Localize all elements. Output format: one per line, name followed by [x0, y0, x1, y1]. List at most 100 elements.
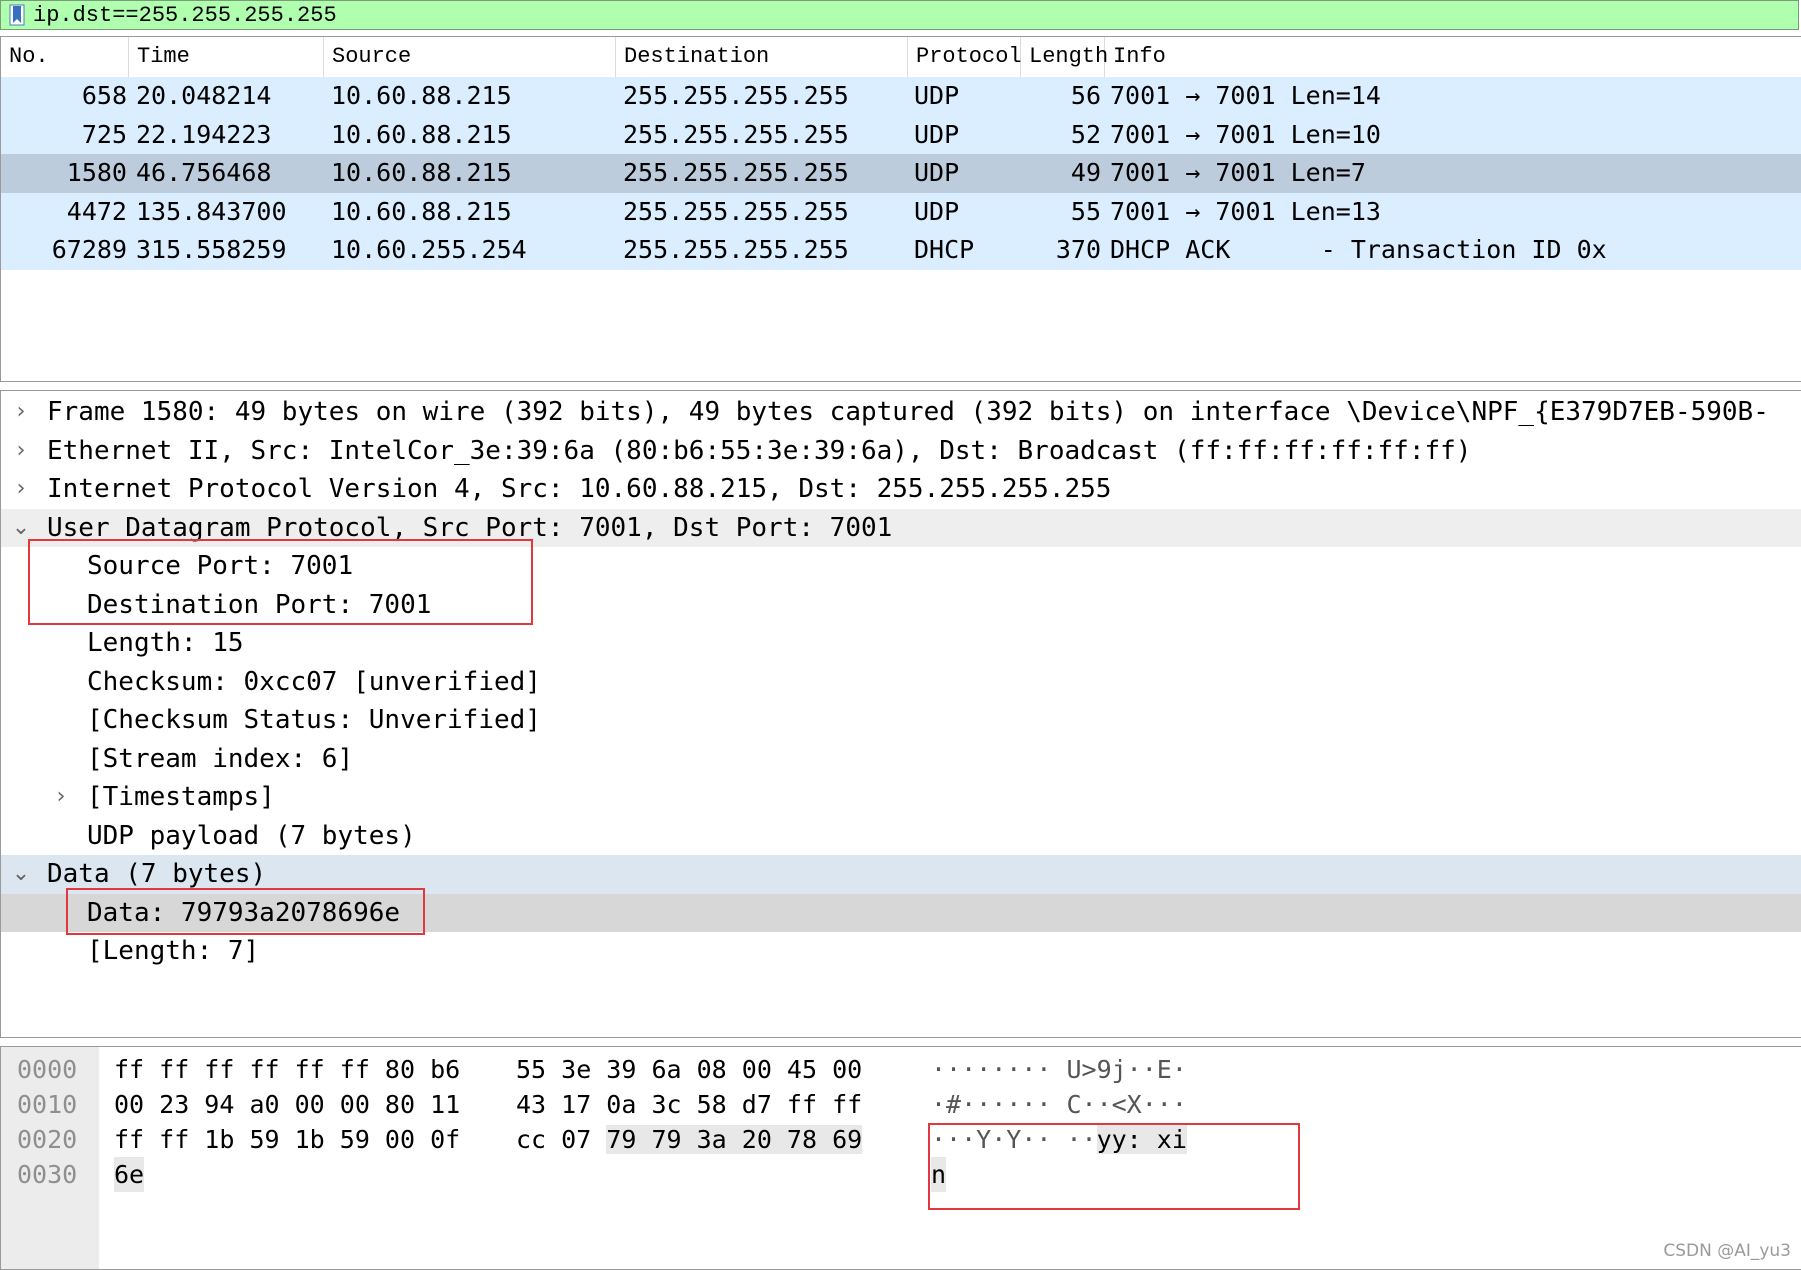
bytes-hex: 00 23 94 a0 00 00 80 11: [114, 1090, 461, 1119]
packet-time: 22.194223: [136, 119, 272, 149]
column-header-time[interactable]: Time: [129, 37, 324, 77]
annotation-box-ascii: [928, 1123, 1300, 1210]
watermark: CSDN @AI_yu3: [1663, 1241, 1791, 1261]
detail-udp-payload[interactable]: UDP payload (7 bytes): [1, 817, 1801, 856]
packet-list[interactable]: No. Time Source Destination Protocol Len…: [0, 36, 1801, 382]
packet-protocol: UDP: [914, 81, 960, 110]
packet-row-selected[interactable]: 1580 46.756468 10.60.88.215 255.255.255.…: [1, 154, 1801, 193]
detail-text: [Timestamps]: [87, 782, 275, 812]
packet-info: DHCP ACK - Transaction ID 0x: [1110, 235, 1607, 264]
packet-time: 46.756468: [136, 158, 272, 187]
bytes-offset: 0030: [17, 1160, 78, 1189]
packet-row[interactable]: 4472 135.843700 10.60.88.215 255.255.255…: [1, 192, 1801, 231]
packet-list-header: No. Time Source Destination Protocol Len…: [1, 37, 1801, 78]
packet-length: 49: [1070, 158, 1101, 187]
packet-source: 10.60.88.215: [331, 158, 512, 187]
packet-row[interactable]: 658 20.048214 10.60.88.215 255.255.255.2…: [1, 77, 1801, 116]
detail-text: UDP payload (7 bytes): [87, 820, 416, 851]
detail-ethernet[interactable]: › Ethernet II, Src: IntelCor_3e:39:6a (8…: [1, 432, 1801, 471]
packet-time: 315.558259: [136, 235, 287, 264]
packet-no: 725: [81, 119, 127, 149]
bytes-ascii: ·#······ C··<X···: [931, 1090, 1187, 1119]
packet-protocol: UDP: [914, 196, 960, 226]
bytes-offset: 0010: [17, 1090, 78, 1119]
column-header-length[interactable]: Length: [1021, 37, 1108, 77]
packet-info: 7001 → 7001 Len=7: [1110, 158, 1366, 187]
detail-udp-checksum[interactable]: Checksum: 0xcc07 [unverified]: [1, 663, 1801, 702]
column-header-no[interactable]: No.: [1, 37, 129, 77]
column-header-info[interactable]: Info: [1105, 37, 1801, 77]
expand-right-icon[interactable]: ›: [51, 778, 71, 816]
packet-protocol: DHCP: [914, 235, 975, 264]
bytes-hex-plain: cc 07: [516, 1125, 607, 1154]
bytes-hex: cc 07 79 79 3a 20 78 69: [516, 1122, 863, 1157]
detail-ipv4[interactable]: › Internet Protocol Version 4, Src: 10.6…: [1, 470, 1801, 509]
bytes-hex: 55 3e 39 6a 08 00 45 00: [516, 1055, 863, 1084]
packet-destination: 255.255.255.255: [623, 158, 849, 187]
bytes-row[interactable]: 0020 ff ff 1b 59 1b 59 00 0f cc 07 79 79…: [1, 1122, 1801, 1157]
column-header-source[interactable]: Source: [324, 37, 616, 77]
packet-destination: 255.255.255.255: [623, 119, 849, 149]
packet-details-pane[interactable]: › Frame 1580: 49 bytes on wire (392 bits…: [0, 390, 1801, 1038]
packet-bytes-pane[interactable]: 0000 ff ff ff ff ff ff 80 b6 55 3e 39 6a…: [0, 1046, 1801, 1270]
bytes-hex: 43 17 0a 3c 58 d7 ff ff: [516, 1090, 863, 1119]
packet-protocol: UDP: [914, 158, 960, 187]
bytes-offset: 0020: [17, 1125, 78, 1154]
bytes-hex: ff ff ff ff ff ff 80 b6: [114, 1055, 461, 1084]
bookmark-icon[interactable]: [9, 4, 25, 26]
detail-text: Internet Protocol Version 4, Src: 10.60.…: [47, 474, 1112, 504]
packet-source: 10.60.88.215: [331, 196, 512, 226]
bytes-hex: ff ff 1b 59 1b 59 00 0f: [114, 1125, 461, 1154]
detail-udp-checksum-status[interactable]: [Checksum Status: Unverified]: [1, 701, 1801, 740]
packet-source: 10.60.255.254: [331, 235, 527, 264]
detail-udp-timestamps[interactable]: › [Timestamps]: [1, 778, 1801, 817]
packet-info: 7001 → 7001 Len=13: [1110, 196, 1381, 226]
packet-length: 56: [1070, 81, 1101, 110]
expand-right-icon[interactable]: ›: [11, 432, 31, 470]
detail-text: Ethernet II, Src: IntelCor_3e:39:6a (80:…: [47, 435, 1472, 466]
annotation-box-data: [66, 888, 425, 935]
packet-row[interactable]: 725 22.194223 10.60.88.215 255.255.255.2…: [1, 115, 1801, 154]
packet-no: 67289: [51, 235, 127, 264]
display-filter-input[interactable]: ip.dst==255.255.255.255: [33, 3, 337, 28]
packet-source: 10.60.88.215: [331, 119, 512, 149]
packet-row[interactable]: 67289 315.558259 10.60.255.254 255.255.2…: [1, 231, 1801, 270]
detail-text: Checksum: 0xcc07 [unverified]: [87, 666, 541, 697]
detail-frame[interactable]: › Frame 1580: 49 bytes on wire (392 bits…: [1, 393, 1801, 432]
detail-text: [Checksum Status: Unverified]: [87, 705, 541, 735]
packet-info: 7001 → 7001 Len=10: [1110, 119, 1381, 149]
display-filter-bar[interactable]: ip.dst==255.255.255.255: [0, 0, 1799, 30]
packet-destination: 255.255.255.255: [623, 235, 849, 264]
detail-text: [Length: 7]: [87, 936, 260, 966]
column-header-protocol[interactable]: Protocol: [908, 37, 1022, 77]
packet-length: 370: [1055, 235, 1101, 264]
expand-right-icon[interactable]: ›: [11, 393, 31, 431]
packet-no: 658: [81, 81, 127, 110]
detail-text: Length: 15: [87, 628, 244, 658]
packet-source: 10.60.88.215: [331, 81, 512, 110]
bytes-row[interactable]: 0000 ff ff ff ff ff ff 80 b6 55 3e 39 6a…: [1, 1052, 1801, 1087]
collapse-down-icon[interactable]: ⌄: [11, 855, 31, 893]
bytes-row[interactable]: 0010 00 23 94 a0 00 00 80 11 43 17 0a 3c…: [1, 1087, 1801, 1122]
packet-protocol: UDP: [914, 119, 960, 149]
bytes-hex-highlighted: 6e: [114, 1157, 145, 1192]
detail-udp-stream-index[interactable]: [Stream index: 6]: [1, 740, 1801, 779]
packet-info: 7001 → 7001 Len=14: [1110, 81, 1381, 110]
annotation-box-ports: [28, 539, 533, 625]
packet-time: 20.048214: [136, 81, 272, 110]
bytes-ascii: ········ U>9j··E·: [931, 1055, 1187, 1084]
packet-length: 55: [1070, 196, 1101, 226]
detail-text: Frame 1580: 49 bytes on wire (392 bits),…: [47, 397, 1769, 427]
packet-no: 1580: [66, 158, 127, 187]
packet-no: 4472: [66, 196, 127, 226]
packet-length: 52: [1070, 119, 1101, 149]
expand-right-icon[interactable]: ›: [11, 470, 31, 508]
column-header-destination[interactable]: Destination: [616, 37, 908, 77]
detail-data-length[interactable]: [Length: 7]: [1, 932, 1801, 971]
detail-text: [Stream index: 6]: [87, 743, 354, 774]
bytes-row[interactable]: 0030 6e n: [1, 1157, 1801, 1192]
detail-udp-length[interactable]: Length: 15: [1, 624, 1801, 663]
packet-destination: 255.255.255.255: [623, 81, 849, 110]
bytes-hex-highlighted: 79 79 3a 20 78 69: [606, 1125, 863, 1154]
packet-destination: 255.255.255.255: [623, 196, 849, 226]
